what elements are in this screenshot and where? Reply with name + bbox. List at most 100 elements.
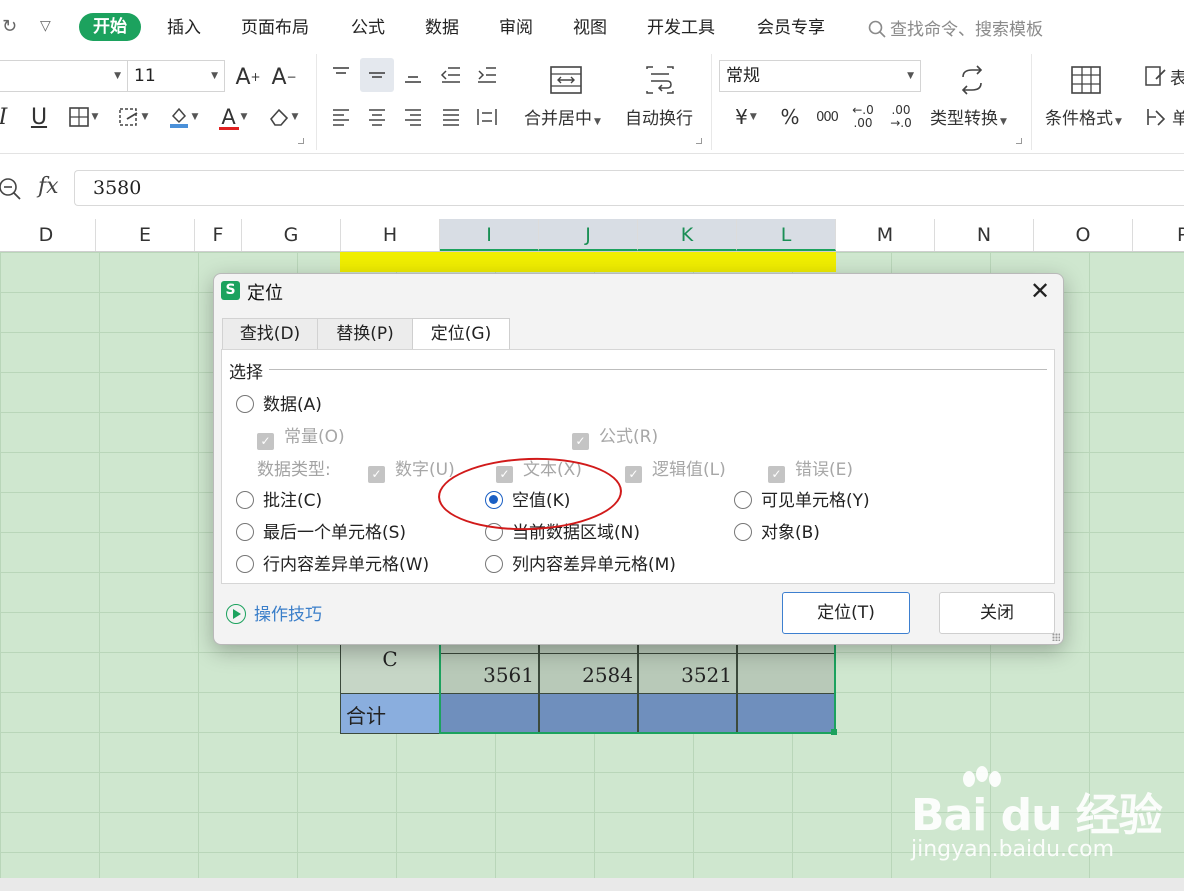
column-header-h[interactable]: H [341,219,440,251]
checkbox-error[interactable]: ✓ 错误(E) [768,455,853,483]
zoom-formula-icon[interactable] [0,177,22,201]
column-header-e[interactable]: E [96,219,195,251]
redo-icon[interactable]: ↻ [2,16,17,37]
dialog-title-bar[interactable]: S 定位 ✕ [214,274,1063,310]
cell-format-icon[interactable] [1142,102,1170,132]
table-style-icon[interactable] [1142,62,1170,92]
increase-indent-icon[interactable] [472,60,502,90]
tab-view[interactable]: 视图 [573,15,607,41]
option-row-differences[interactable]: 行内容差异单元格(W) [236,550,429,575]
underline-icon[interactable]: U [26,102,52,132]
tips-link[interactable]: 操作技巧 [226,600,322,625]
font-size-select[interactable]: 11 ▼ [127,60,225,92]
font-name-select[interactable]: ▼ [0,60,128,92]
column-header-l[interactable]: L [737,219,836,251]
cell-format-label[interactable]: 单 [1172,104,1184,129]
row-label-c[interactable]: C [340,644,440,694]
tab-data[interactable]: 数据 [425,15,459,41]
tab-review[interactable]: 审阅 [499,15,533,41]
option-last-cell[interactable]: 最后一个单元格(S) [236,518,406,543]
checkbox-logical[interactable]: ✓ 逻辑值(L) [625,455,726,483]
decrease-indent-icon[interactable] [436,60,466,90]
close-button[interactable]: 关闭 [939,592,1055,634]
tab-goto[interactable]: 定位(G) [412,318,510,351]
radio-icon[interactable] [236,555,254,573]
justify-icon[interactable] [436,102,466,132]
horizontal-scrollbar[interactable] [0,878,1184,891]
italic-icon[interactable]: I [0,102,10,132]
tab-formulas[interactable]: 公式 [351,15,385,41]
tab-insert[interactable]: 插入 [167,15,201,41]
fill-handle[interactable] [831,729,837,735]
resize-grip[interactable] [1052,633,1060,641]
option-data[interactable]: 数据(A) [236,390,322,415]
conditional-format-button[interactable]: 条件格式 ▼ [1045,104,1122,129]
conditional-format-icon[interactable] [1066,62,1106,98]
clear-format-icon[interactable]: ▼ [262,102,304,132]
tab-member[interactable]: 会员专享 [757,15,825,41]
option-visible-cells[interactable]: 可见单元格(Y) [734,486,870,511]
tab-find[interactable]: 查找(D) [222,318,318,350]
radio-icon[interactable] [734,491,752,509]
increase-decimal-button[interactable]: ←.0 .00 [846,100,880,134]
column-header-o[interactable]: O [1034,219,1133,251]
increase-font-icon[interactable]: A + [234,62,262,92]
radio-icon[interactable] [236,523,254,541]
highlighted-header-row[interactable] [340,252,836,272]
fill-color-icon[interactable]: ▼ [162,102,204,132]
column-header-g[interactable]: G [242,219,341,251]
decrease-font-icon[interactable]: A − [270,62,298,92]
radio-icon[interactable] [485,555,503,573]
wrap-text-button[interactable]: 自动换行 [625,104,693,129]
tab-page-layout[interactable]: 页面布局 [241,15,309,41]
column-header-i[interactable]: I [440,219,539,251]
border-icon[interactable]: ▼ [62,102,104,132]
close-icon[interactable]: ✕ [1026,277,1054,305]
option-column-differences[interactable]: 列内容差异单元格(M) [485,550,676,575]
decrease-decimal-button[interactable]: .00 →.0 [884,100,918,134]
checkbox-constant[interactable]: ✓ 常量(O) [257,422,345,450]
command-search[interactable]: 查找命令、搜索模板 [868,15,1043,40]
align-left-icon[interactable] [326,102,356,132]
checkbox-formula[interactable]: ✓ 公式(R) [572,422,658,450]
merge-center-icon[interactable] [546,62,586,98]
type-convert-icon[interactable] [952,62,992,98]
tab-home[interactable]: 开始 [79,13,141,41]
table-style-label[interactable]: 表 [1170,64,1184,89]
align-middle-icon[interactable] [360,58,394,92]
align-top-icon[interactable] [326,60,356,90]
type-convert-button[interactable]: 类型转换 ▼ [930,104,1007,129]
number-dialog-launcher[interactable] [1016,138,1022,144]
tab-developer[interactable]: 开发工具 [647,15,715,41]
column-header-k[interactable]: K [638,219,737,251]
wrap-text-icon[interactable] [640,62,680,98]
percent-format-button[interactable]: % [776,102,804,132]
quick-access-dropdown-icon[interactable]: ▽ [40,18,51,34]
formula-input[interactable]: 3580 [74,170,1184,206]
column-header-n[interactable]: N [935,219,1034,251]
thousands-separator-button[interactable]: 000 [812,102,842,132]
font-dialog-launcher[interactable] [298,138,304,144]
radio-icon[interactable] [236,395,254,413]
align-center-icon[interactable] [362,102,392,132]
currency-format-button[interactable]: ¥ ▼ [726,102,766,132]
insert-function-icon[interactable]: fx [38,174,59,199]
number-format-select[interactable]: 常规 ▼ [719,60,921,92]
tab-replace[interactable]: 替换(P) [317,318,413,350]
radio-icon[interactable] [236,491,254,509]
column-header-m[interactable]: M [836,219,935,251]
option-object[interactable]: 对象(B) [734,518,820,543]
column-header-j[interactable]: J [539,219,638,251]
merge-center-button[interactable]: 合并居中 ▼ [524,104,601,129]
column-header-f[interactable]: F [195,219,242,251]
distributed-align-icon[interactable] [472,102,502,132]
option-comment[interactable]: 批注(C) [236,486,322,511]
cell-style-icon[interactable]: ▼ [112,102,154,132]
column-header-p[interactable]: P [1133,219,1184,251]
align-right-icon[interactable] [398,102,428,132]
total-row-label[interactable]: 合计 [340,693,440,734]
radio-icon[interactable] [734,523,752,541]
font-color-icon[interactable]: A ▼ [212,102,254,132]
checkbox-number[interactable]: ✓ 数字(U) [368,455,455,483]
goto-button[interactable]: 定位(T) [782,592,910,634]
